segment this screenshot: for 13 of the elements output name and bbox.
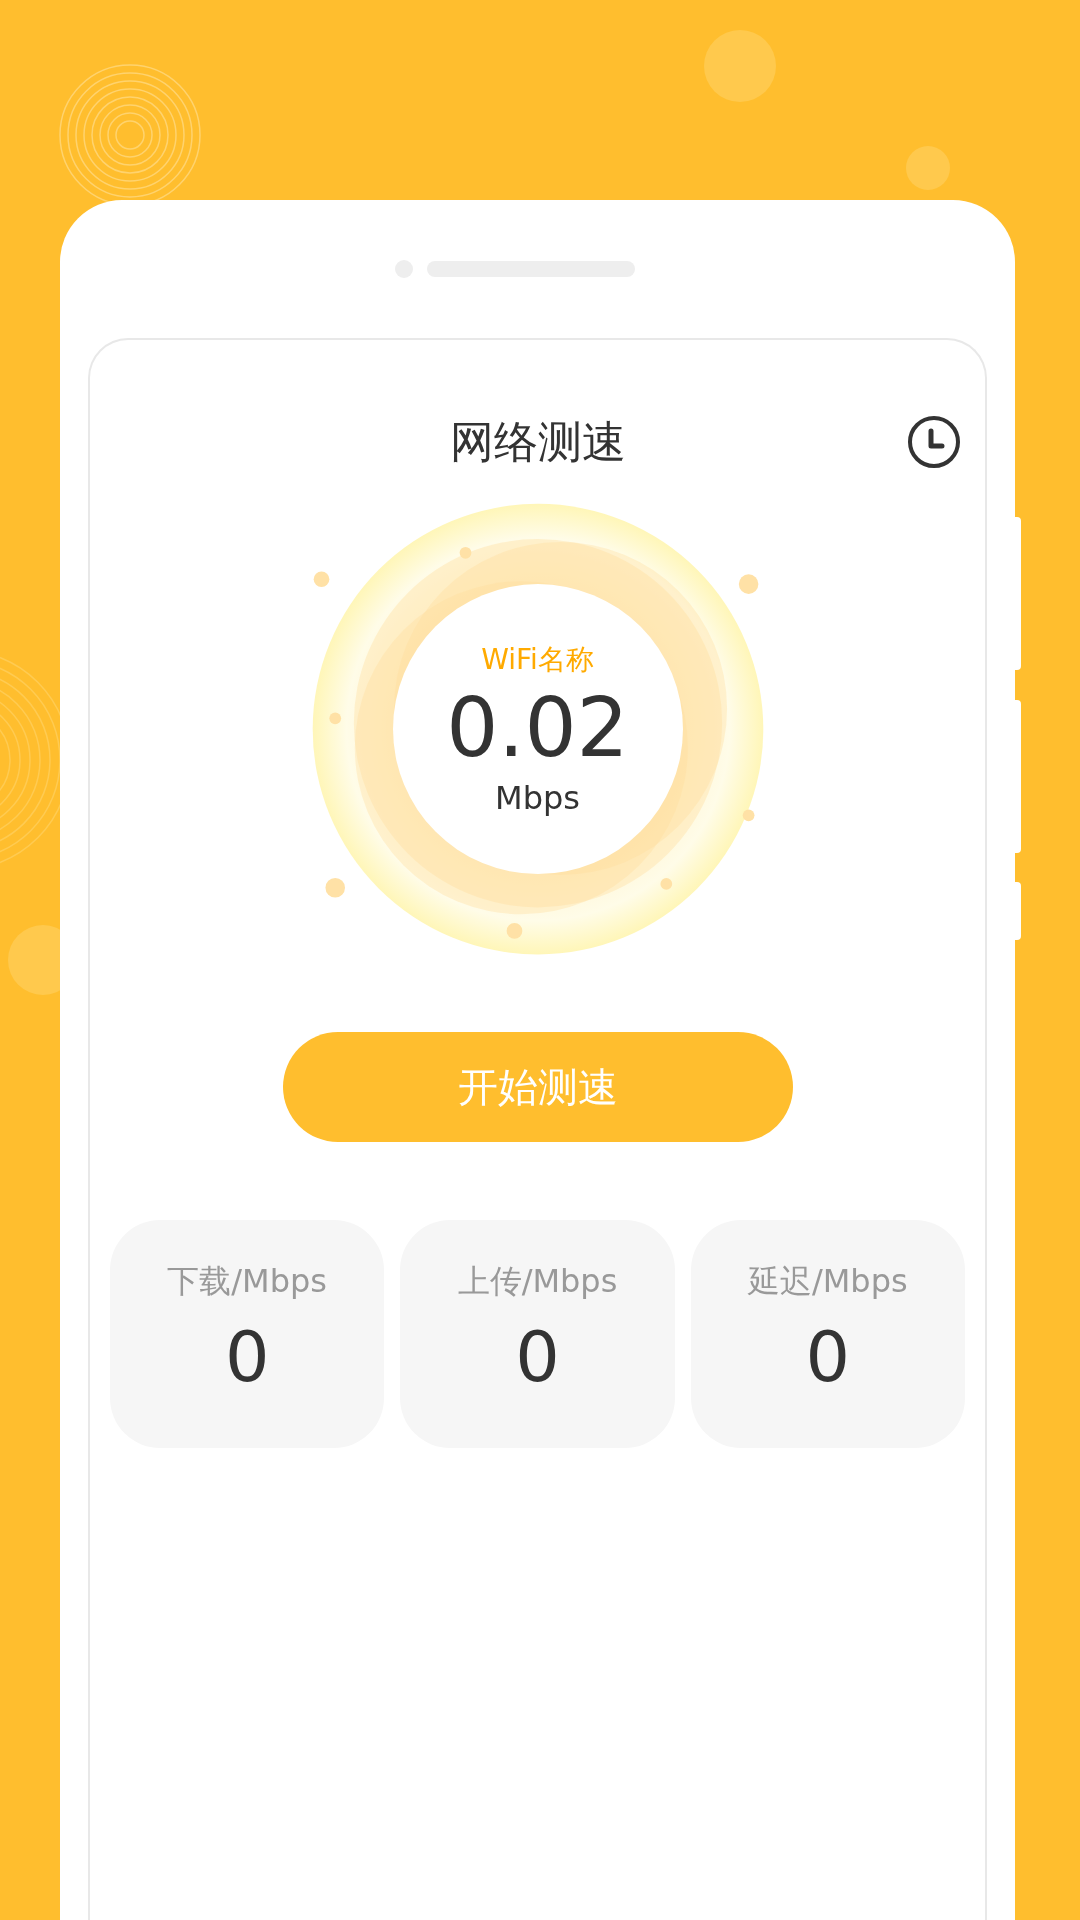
stat-value: 0 [515,1316,560,1398]
stat-value: 0 [224,1316,270,1398]
stat-label: 延迟/Mbps [747,1261,908,1302]
page-title: 网络测速 [449,414,626,469]
speed-unit: Mbps [495,779,580,818]
stat-label: 上传/Mbps [457,1261,618,1302]
stat-label: 下载/Mbps [167,1261,327,1302]
decorative-circle [906,146,950,190]
stat-value: 0 [805,1316,851,1398]
speed-value: 0.02 [446,682,629,774]
start-test-button[interactable]: 开始测速 [282,1032,793,1142]
network-name: WiFi名称 [481,641,594,678]
history-clock-icon[interactable] [907,415,961,469]
